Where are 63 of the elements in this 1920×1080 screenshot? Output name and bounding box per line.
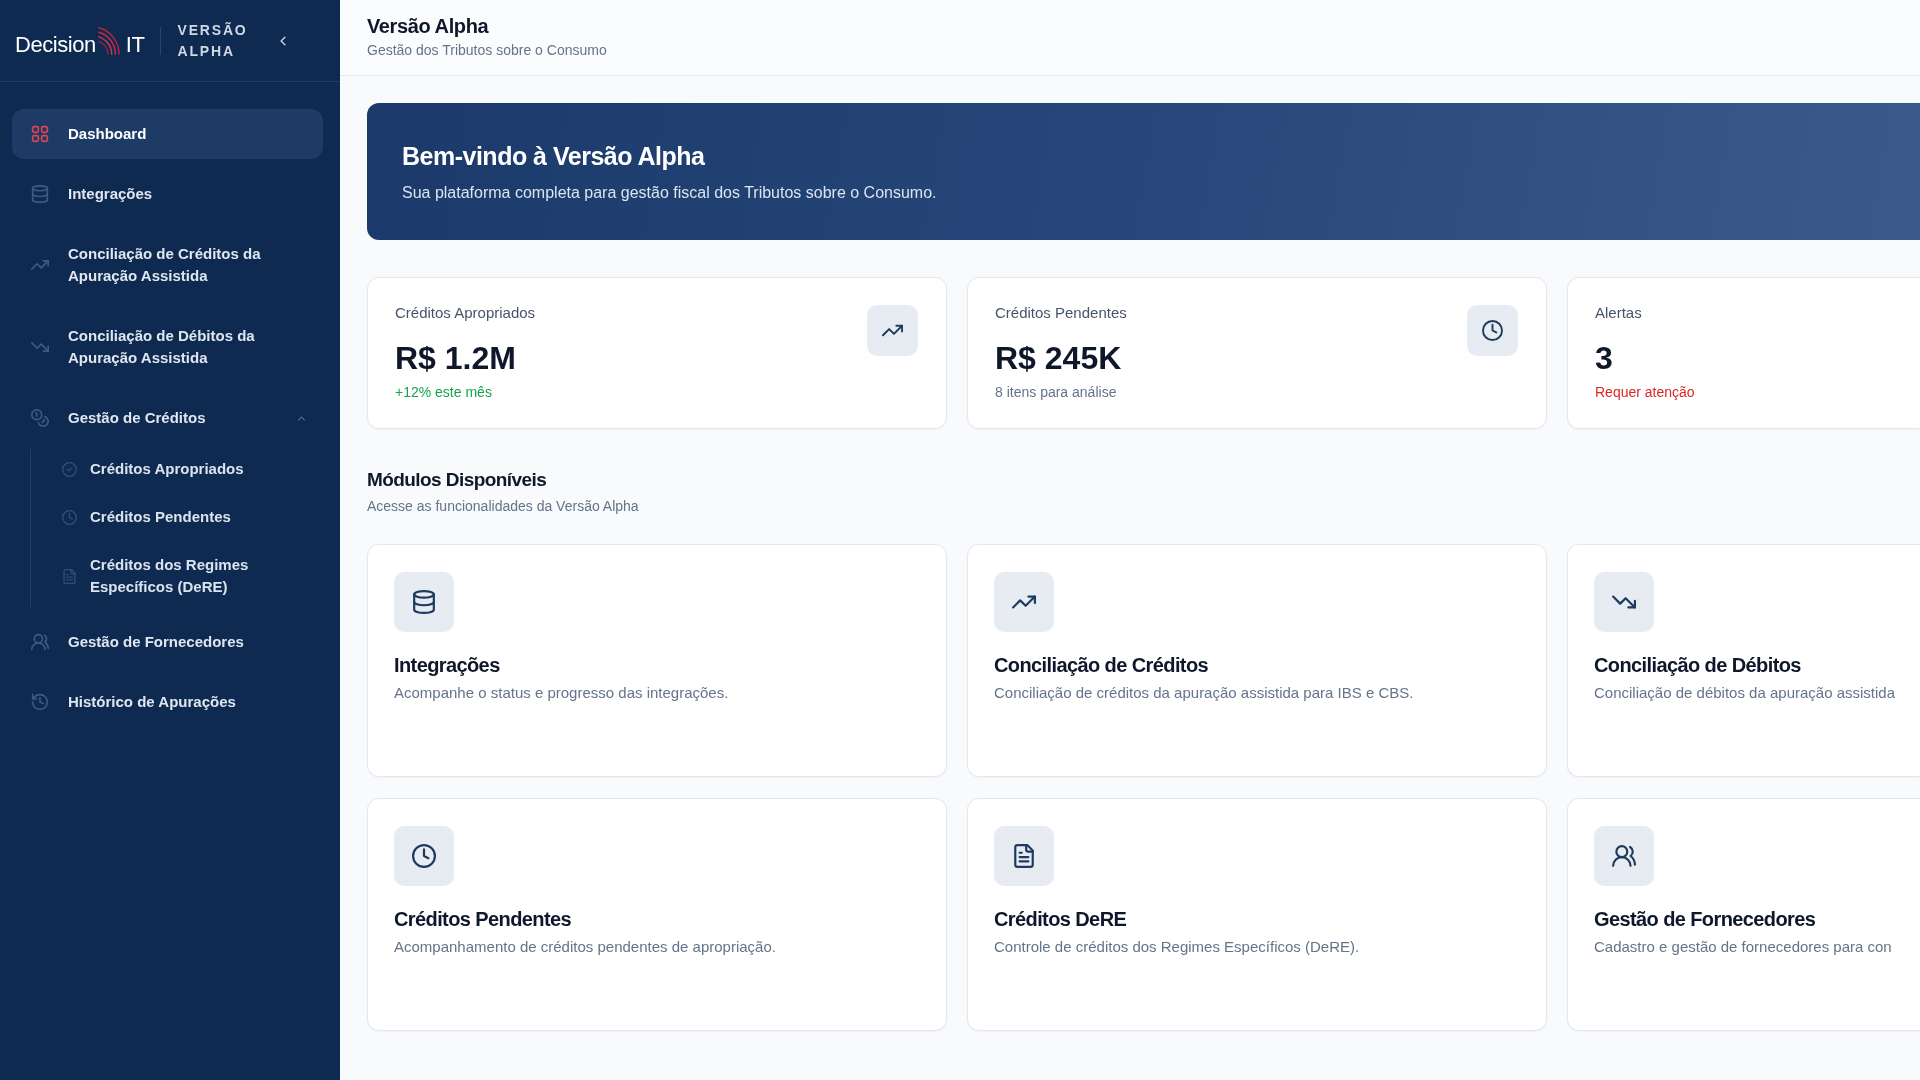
stat-note: +12% este mês <box>395 383 493 402</box>
module-card[interactable]: Integrações Acompanhe o status e progresso das integrações. <box>367 544 947 777</box>
trend-down-icon <box>1594 572 1654 632</box>
users-icon <box>1594 826 1654 886</box>
stat-value: R$ 1.2M <box>395 339 517 377</box>
module-title: Conciliação de Débitos <box>1594 653 1802 678</box>
trend-up-icon <box>867 305 918 356</box>
nav-item[interactable]: Gestão de Créditos <box>12 393 323 443</box>
stat-note: 8 itens para análise <box>995 383 1118 402</box>
module-title: Gestão de Fornecedores <box>1594 907 1817 932</box>
coins-icon <box>31 409 49 427</box>
module-description: Acompanhe o status e progresso das integrações. <box>394 683 730 703</box>
module-card[interactable]: Conciliação de Créditos Conciliação de créditos da apuração assistida para IBS e CBS. <box>967 544 1547 777</box>
history-icon <box>31 693 49 711</box>
stat-note: Requer atenção <box>1595 383 1695 402</box>
module-card[interactable]: Créditos DeRE Controle de créditos dos Regimes Específicos (DeRE). <box>967 798 1547 1031</box>
module-description: Conciliação de créditos da apuração assistida para IBS e CBS. <box>994 683 1415 703</box>
module-description: Acompanhamento de créditos pendentes de apropriação. <box>394 937 777 957</box>
module-title: Conciliação de Créditos <box>994 653 1210 678</box>
nav-item[interactable]: Histórico de Apurações <box>12 677 323 727</box>
trend-up-icon <box>994 572 1054 632</box>
document-icon <box>62 568 77 584</box>
stat-value: 3 <box>1595 339 1614 377</box>
nav-subitem[interactable]: Créditos Apropriados <box>31 449 323 489</box>
logo-arcs-icon <box>97 25 120 56</box>
page-subtitle: Gestão dos Tributos sobre o Consumo <box>367 41 608 59</box>
stat-label: Créditos Apropriados <box>395 303 536 323</box>
module-title: Integrações <box>394 653 501 678</box>
module-title: Créditos DeRE <box>994 907 1128 932</box>
section-title: Módulos Disponíveis <box>367 468 548 492</box>
users-icon <box>31 633 49 651</box>
nav-item[interactable]: Conciliação de Créditos da Apuração Assistida <box>12 229 323 301</box>
stat-value: R$ 245K <box>995 339 1123 377</box>
banner-text: Sua plataforma completa para gestão fiscal dos Tributos sobre o Consumo. <box>402 183 938 203</box>
logo-text: Decision <box>15 30 96 58</box>
section-subtitle: Acesse as funcionalidades da Versão Alpha <box>367 497 640 516</box>
module-title: Créditos Pendentes <box>394 907 573 932</box>
module-card[interactable]: Conciliação de Débitos Conciliação de débitos da apuração assistida <box>1567 544 1920 777</box>
clock-icon <box>394 826 454 886</box>
document-icon <box>994 826 1054 886</box>
nav-item[interactable]: Integrações <box>12 169 323 219</box>
page-title: Versão Alpha <box>367 14 490 38</box>
stat-label: Créditos Pendentes <box>995 303 1127 323</box>
nav-item[interactable]: Dashboard <box>12 109 323 159</box>
nav-subitem[interactable]: Créditos Pendentes <box>31 497 323 537</box>
grid-icon <box>31 125 49 143</box>
nav-item[interactable]: Conciliação de Débitos da Apuração Assistida <box>12 311 323 383</box>
module-card[interactable]: Créditos Pendentes Acompanhamento de créditos pendentes de apropriação. <box>367 798 947 1031</box>
check-circle-icon <box>62 461 77 477</box>
banner-title: Bem-vindo à Versão Alpha <box>402 141 706 171</box>
module-card[interactable]: Gestão de Fornecedores Cadastro e gestão de fornecedores para con <box>1567 798 1920 1031</box>
nav-subitem[interactable]: Créditos dos Regimes Específicos (DeRE) <box>31 545 323 607</box>
database-icon <box>31 185 49 203</box>
database-icon <box>394 572 454 632</box>
stat-label: Alertas <box>1595 303 1643 323</box>
logo-text: IT <box>125 30 145 58</box>
module-description: Cadastro e gestão de fornecedores para con <box>1594 937 1893 957</box>
version-label: VERSÃO ALPHA <box>177 20 248 61</box>
clock-icon <box>1467 305 1518 356</box>
clock-icon <box>62 509 77 525</box>
nav-item[interactable]: Gestão de Fornecedores <box>12 617 323 667</box>
module-description: Conciliação de débitos da apuração assistida <box>1594 683 1897 703</box>
module-description: Controle de créditos dos Regimes Específicos (DeRE). <box>994 937 1361 957</box>
